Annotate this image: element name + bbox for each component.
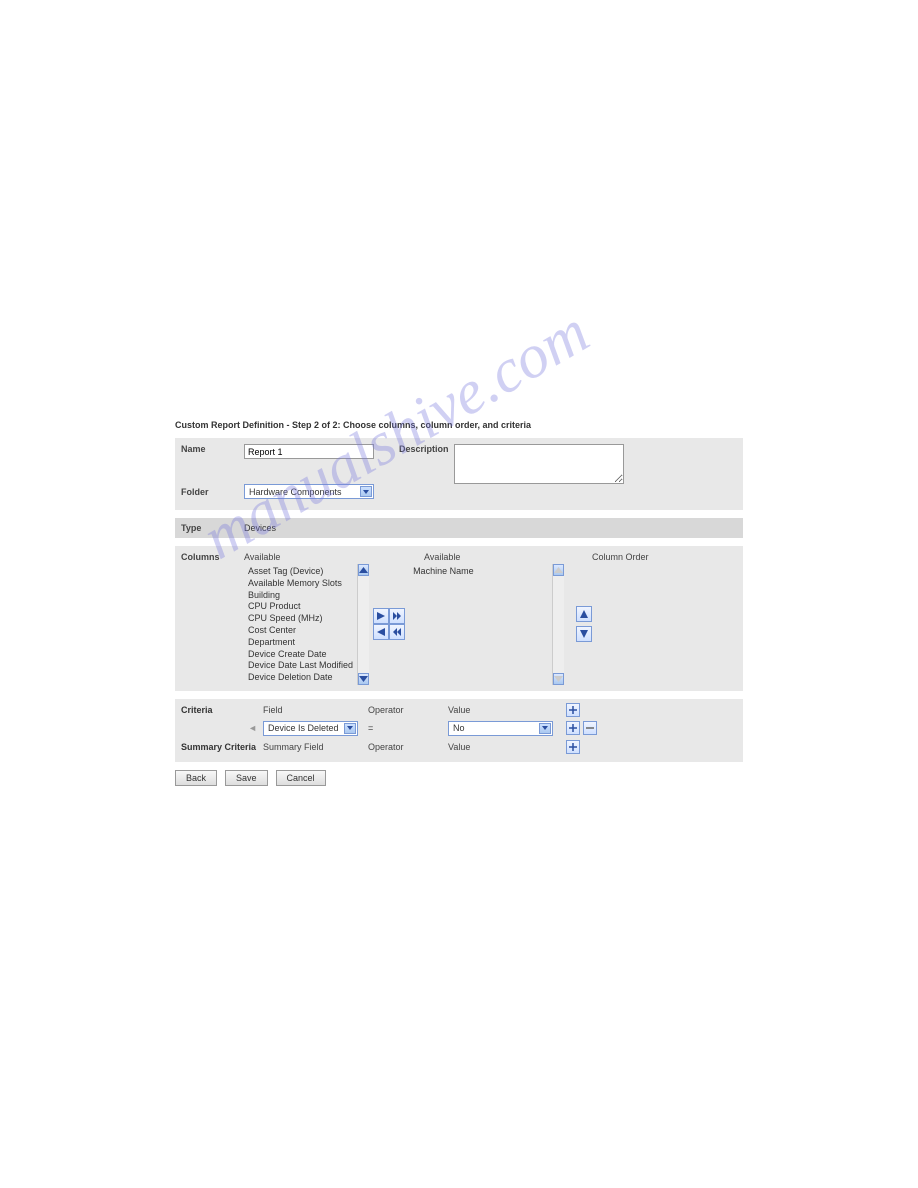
chevron-down-icon [539, 723, 551, 734]
add-criteria-button[interactable] [566, 703, 580, 717]
scroll-up-icon[interactable] [358, 564, 369, 576]
type-section: Type Devices [175, 518, 743, 538]
criteria-label: Criteria [181, 705, 263, 715]
type-label: Type [181, 523, 201, 533]
selected-header: Available [424, 552, 592, 562]
add-summary-criteria-button[interactable] [566, 740, 580, 754]
add-criteria-row-button[interactable] [566, 721, 580, 735]
scrollbar[interactable] [357, 564, 369, 685]
folder-label: Folder [181, 487, 209, 497]
folder-select-value: Hardware Components [249, 487, 342, 497]
list-item[interactable]: CPU Speed (MHz) [248, 613, 353, 624]
criteria-expand-icon[interactable]: ◄ [181, 723, 263, 733]
column-order-header: Column Order [592, 552, 649, 562]
remove-criteria-row-button[interactable] [583, 721, 597, 735]
list-item[interactable]: Cost Center [248, 625, 353, 636]
cancel-button[interactable]: Cancel [276, 770, 326, 786]
list-item[interactable]: Device Date Last Modified [248, 660, 353, 671]
description-textarea[interactable] [454, 444, 624, 484]
list-item[interactable]: CPU Product [248, 601, 353, 612]
summary-operator-header: Operator [368, 742, 448, 752]
move-up-button[interactable] [576, 606, 592, 622]
move-all-left-button[interactable] [389, 624, 405, 640]
scrollbar[interactable] [552, 564, 564, 685]
name-label: Name [181, 444, 206, 454]
list-item[interactable]: Machine Name [413, 566, 548, 577]
button-bar: Back Save Cancel [175, 770, 743, 786]
move-right-button[interactable] [373, 608, 389, 624]
list-item[interactable]: Device Create Date [248, 649, 353, 660]
chevron-down-icon [360, 486, 372, 497]
folder-select[interactable]: Hardware Components [244, 484, 374, 499]
name-folder-section: Name Description Folder Hardware Compone… [175, 438, 743, 510]
scroll-down-icon[interactable] [358, 673, 369, 685]
criteria-field-select[interactable]: Device Is Deleted [263, 721, 358, 736]
list-item[interactable]: Asset Tag (Device) [248, 566, 353, 577]
list-item[interactable]: Department [248, 637, 353, 648]
type-value: Devices [244, 523, 276, 533]
scroll-down-icon[interactable] [553, 673, 564, 685]
chevron-down-icon [344, 723, 356, 734]
move-down-button[interactable] [576, 626, 592, 642]
summary-value-header: Value [448, 742, 563, 752]
criteria-operator-value: = [368, 723, 448, 733]
criteria-value-header: Value [448, 705, 563, 715]
name-input[interactable] [244, 444, 374, 459]
criteria-value-select[interactable]: No [448, 721, 553, 736]
available-header: Available [244, 552, 424, 562]
criteria-value-text: No [453, 723, 465, 733]
columns-section: Columns Available Available Column Order… [175, 546, 743, 691]
summary-criteria-label: Summary Criteria [181, 742, 263, 752]
criteria-operator-header: Operator [368, 705, 448, 715]
list-item[interactable]: Building [248, 590, 353, 601]
available-listbox[interactable]: Asset Tag (Device) Available Memory Slot… [244, 564, 369, 685]
list-item[interactable]: Available Memory Slots [248, 578, 353, 589]
criteria-field-value: Device Is Deleted [268, 723, 339, 733]
description-label: Description [399, 444, 449, 454]
page-title: Custom Report Definition - Step 2 of 2: … [175, 420, 743, 430]
scroll-up-icon[interactable] [553, 564, 564, 576]
selected-listbox[interactable]: Machine Name [409, 564, 564, 685]
back-button[interactable]: Back [175, 770, 217, 786]
summary-field-header: Summary Field [263, 742, 368, 752]
criteria-section: Criteria Field Operator Value ◄ Device I… [175, 699, 743, 762]
move-all-right-button[interactable] [389, 608, 405, 624]
columns-label: Columns [181, 552, 244, 562]
save-button[interactable]: Save [225, 770, 268, 786]
move-left-button[interactable] [373, 624, 389, 640]
list-item[interactable]: Device Deletion Date [248, 672, 353, 683]
criteria-field-header: Field [263, 705, 368, 715]
